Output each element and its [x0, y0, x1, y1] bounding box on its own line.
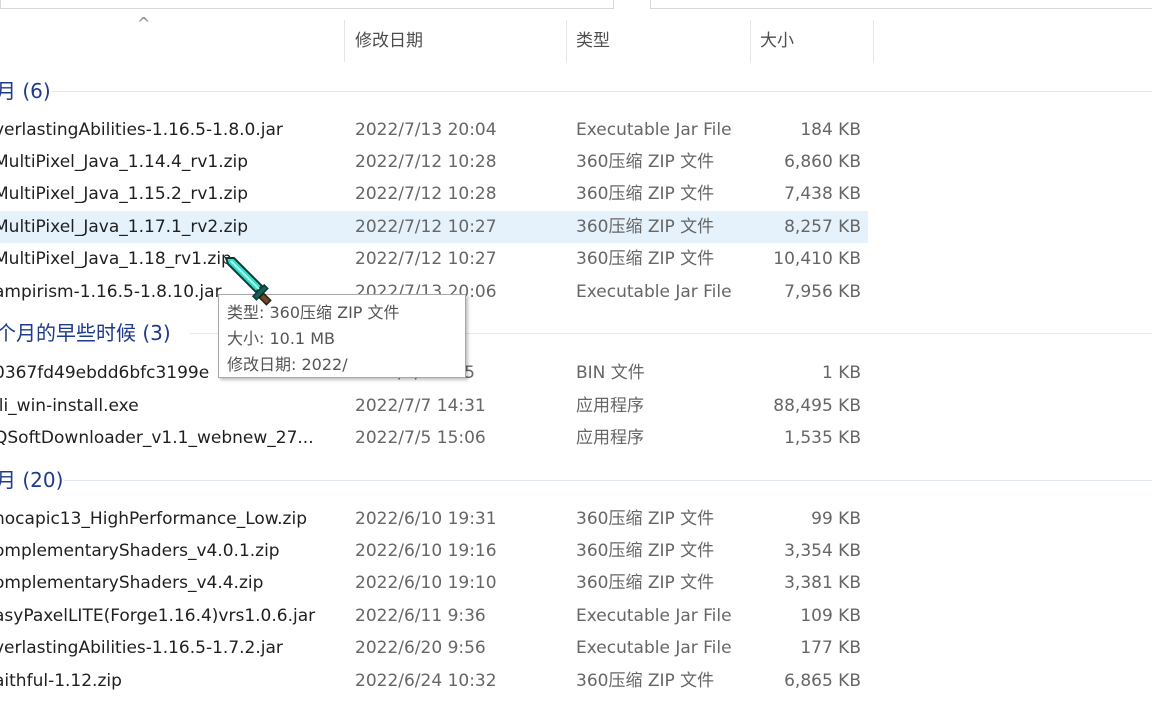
file-type: 360压缩 ZIP 文件 [576, 541, 715, 561]
file-row[interactable]: omplementaryShaders_v4.4.zip 2022/6/10 1… [0, 567, 868, 599]
toolbar-strip [0, 0, 1152, 10]
file-date: 2022/7/12 10:28 [355, 152, 497, 172]
file-type: BIN 文件 [576, 363, 645, 383]
column-header: ^ 修改日期 类型 大小 [0, 14, 1152, 62]
file-type: Executable Jar File [576, 120, 732, 140]
file-size: 6,865 KB [784, 671, 861, 691]
file-size: 177 KB [800, 638, 861, 658]
file-name: MultiPixel_Java_1.14.4_rv1.zip [0, 152, 249, 172]
file-name: omplementaryShaders_v4.0.1.zip [0, 541, 280, 561]
file-date: 2022/6/10 19:31 [355, 509, 497, 529]
file-date: 2022/7/12 10:27 [355, 249, 497, 269]
file-name: ili_win-install.exe [0, 396, 139, 416]
file-row[interactable]: ili_win-install.exe 2022/7/7 14:31 应用程序 … [0, 390, 868, 422]
file-name: verlastingAbilities-1.16.5-1.8.0.jar [0, 120, 283, 140]
file-date: 2022/6/24 10:32 [355, 671, 497, 691]
file-date: 2022/6/10 19:16 [355, 541, 497, 561]
file-type: 360压缩 ZIP 文件 [576, 509, 715, 529]
file-type: Executable Jar File [576, 606, 732, 626]
column-divider[interactable] [750, 20, 751, 62]
file-size: 109 KB [800, 606, 861, 626]
file-type: 应用程序 [576, 396, 644, 416]
file-row[interactable]: MultiPixel_Java_1.15.2_rv1.zip 2022/7/12… [0, 178, 868, 210]
file-size: 88,495 KB [773, 396, 861, 416]
file-type: 360压缩 ZIP 文件 [576, 671, 715, 691]
file-date: 2022/7/5 15:06 [355, 428, 486, 448]
diamond-sword-cursor-icon [224, 257, 272, 306]
file-row[interactable]: hocapic13_HighPerformance_Low.zip 2022/6… [0, 503, 868, 535]
file-size: 8,257 KB [784, 217, 861, 237]
column-divider[interactable] [873, 20, 874, 62]
file-row[interactable]: MultiPixel_Java_1.18_rv1.zip 2022/7/12 1… [0, 243, 868, 275]
address-bar-edge[interactable] [0, 0, 614, 9]
file-date: 2022/7/12 10:28 [355, 184, 497, 204]
file-name: MultiPixel_Java_1.17.1_rv2.zip [0, 217, 249, 237]
file-type: 360压缩 ZIP 文件 [576, 249, 715, 269]
file-size: 184 KB [800, 120, 861, 140]
sort-ascending-icon[interactable]: ^ [137, 14, 150, 33]
column-divider[interactable] [566, 20, 567, 62]
file-size: 7,956 KB [784, 282, 861, 302]
column-size[interactable]: 大小 [760, 20, 794, 62]
file-type: 360压缩 ZIP 文件 [576, 217, 715, 237]
file-row[interactable]: MultiPixel_Java_1.14.4_rv1.zip 2022/7/12… [0, 146, 868, 178]
tooltip-date: 修改日期: 2022/ [227, 355, 348, 374]
group-header[interactable]: 月 (20) [0, 464, 1152, 496]
file-name: QSoftDownloader_v1.1_webnew_27... [0, 428, 314, 448]
group-title: 月 (6) [0, 79, 51, 103]
file-date: 2022/7/12 10:27 [355, 217, 497, 237]
group-title: 个月的早些时候 (3) [0, 321, 171, 345]
file-name: MultiPixel_Java_1.18_rv1.zip [0, 249, 232, 269]
column-type[interactable]: 类型 [576, 20, 610, 62]
file-row[interactable]: asyPaxelLITE(Forge1.16.4)vrs1.0.6.jar 20… [0, 600, 868, 632]
group-header[interactable]: 月 (6) [0, 75, 1152, 107]
file-date: 2022/7/13 20:04 [355, 120, 497, 140]
file-size: 3,354 KB [784, 541, 861, 561]
group-title: 月 (20) [0, 468, 64, 492]
file-row[interactable]: verlastingAbilities-1.16.5-1.8.0.jar 202… [0, 114, 868, 146]
column-date-modified[interactable]: 修改日期 [355, 20, 423, 62]
file-row-hovered[interactable]: MultiPixel_Java_1.17.1_rv2.zip 2022/7/12… [0, 211, 868, 243]
file-type: Executable Jar File [576, 282, 732, 302]
file-row[interactable]: aithful-1.12.zip 2022/6/24 10:32 360压缩 Z… [0, 665, 868, 697]
group-divider [52, 91, 1152, 92]
file-name: omplementaryShaders_v4.4.zip [0, 573, 264, 593]
file-type: Executable Jar File [576, 638, 732, 658]
file-name: hocapic13_HighPerformance_Low.zip [0, 509, 307, 529]
file-size: 10,410 KB [773, 249, 861, 269]
file-name: MultiPixel_Java_1.15.2_rv1.zip [0, 184, 249, 204]
file-row[interactable]: omplementaryShaders_v4.0.1.zip 2022/6/10… [0, 535, 868, 567]
file-size: 99 KB [811, 509, 861, 529]
tooltip-size: 大小: 10.1 MB [227, 329, 335, 348]
group-header[interactable]: 个月的早些时候 (3) [0, 317, 1152, 349]
file-date: 2022/6/10 19:10 [355, 573, 497, 593]
file-size: 6,860 KB [784, 152, 861, 172]
file-size: 1 KB [821, 363, 861, 383]
file-type: 360压缩 ZIP 文件 [576, 573, 715, 593]
file-size: 3,381 KB [784, 573, 861, 593]
file-type: 360压缩 ZIP 文件 [576, 184, 715, 204]
file-name: verlastingAbilities-1.16.5-1.7.2.jar [0, 638, 283, 658]
file-type: 应用程序 [576, 428, 644, 448]
file-row[interactable]: QSoftDownloader_v1.1_webnew_27... 2022/7… [0, 422, 868, 454]
file-size: 1,535 KB [784, 428, 861, 448]
file-name: asyPaxelLITE(Forge1.16.4)vrs1.0.6.jar [0, 606, 316, 626]
column-divider[interactable] [344, 20, 345, 62]
file-date: 2022/7/7 14:31 [355, 396, 486, 416]
file-type: 360压缩 ZIP 文件 [576, 152, 715, 172]
group-divider [64, 480, 1152, 481]
file-date: 2022/6/11 9:36 [355, 606, 486, 626]
search-box-edge[interactable] [650, 0, 1152, 9]
file-row[interactable]: verlastingAbilities-1.16.5-1.7.2.jar 202… [0, 632, 868, 664]
file-size: 7,438 KB [784, 184, 861, 204]
file-date: 2022/6/20 9:56 [355, 638, 486, 658]
file-name: aithful-1.12.zip [0, 671, 122, 691]
file-info-tooltip: 类型: 360压缩 ZIP 文件 大小: 10.1 MB 修改日期: 2022/ [218, 294, 466, 378]
